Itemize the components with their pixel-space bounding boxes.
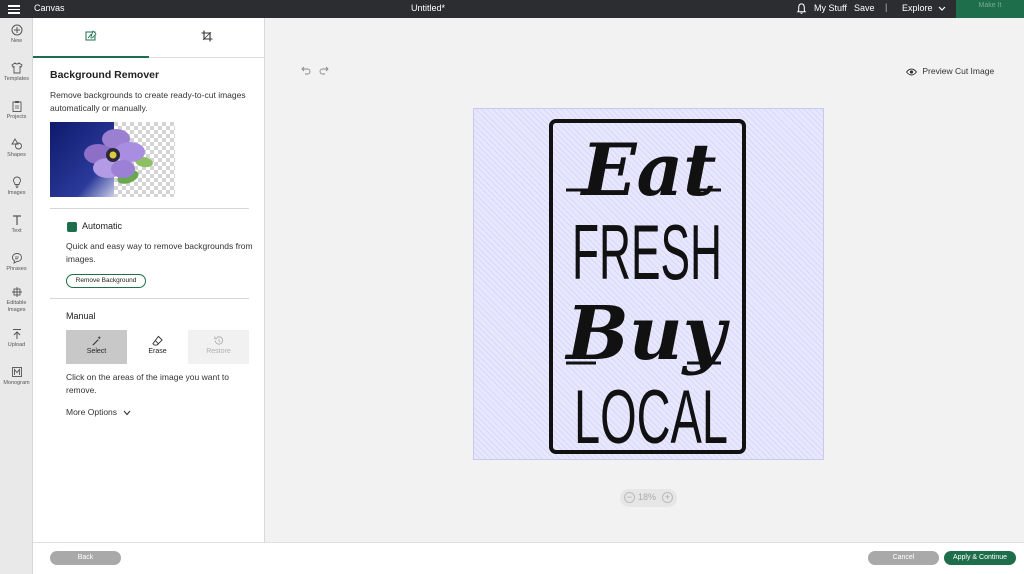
- panel-title: Background Remover: [50, 69, 160, 81]
- explore-label: Explore: [902, 3, 933, 13]
- plus-circle-icon: [11, 24, 22, 36]
- tab-edit-image[interactable]: [33, 18, 149, 58]
- zoom-level: 18%: [638, 492, 657, 502]
- save-button[interactable]: Save: [854, 3, 875, 13]
- rail-label: Projects: [6, 114, 27, 120]
- rail-label: New: [10, 38, 22, 44]
- undo-icon[interactable]: [301, 65, 311, 75]
- redo-icon[interactable]: [319, 65, 329, 75]
- select-tool-button[interactable]: Select: [66, 330, 127, 364]
- automatic-icon: [67, 222, 77, 232]
- rail-label: Editable Images: [6, 300, 27, 313]
- rail-item-shapes[interactable]: Shapes: [0, 138, 33, 159]
- panel-tabs: [33, 18, 265, 58]
- magic-wand-icon: [92, 335, 102, 346]
- rail-label: Templates: [3, 76, 30, 82]
- artwork-line-local: LOCAL: [574, 375, 728, 460]
- remove-background-button[interactable]: Remove Background: [66, 274, 146, 288]
- shirt-icon: [10, 62, 23, 74]
- rail-item-templates[interactable]: Templates: [0, 62, 33, 83]
- document-title[interactable]: Untitled*: [0, 3, 856, 13]
- clipboard-icon: [12, 101, 21, 112]
- automatic-description: Quick and easy way to remove backgrounds…: [66, 241, 253, 264]
- back-button[interactable]: Back: [50, 551, 121, 565]
- preview-cut-image-toggle[interactable]: Preview Cut Image: [906, 66, 994, 76]
- zoom-control: − 18% +: [620, 489, 677, 507]
- eat-fresh-buy-local-artwork: Eat FRESH Buy LOCAL: [549, 119, 746, 460]
- rail-item-projects[interactable]: Projects: [0, 100, 33, 121]
- more-options-toggle[interactable]: More Options: [66, 407, 131, 417]
- eraser-icon: [152, 335, 163, 346]
- more-options-label: More Options: [66, 407, 118, 417]
- upload-arrow-icon: [12, 329, 21, 339]
- lightbulb-icon: [12, 176, 21, 188]
- edit-image-icon: [85, 30, 97, 41]
- rail-item-new[interactable]: New: [0, 24, 33, 45]
- left-toolbar: New Templates Projects Shapes Images Tex…: [0, 18, 33, 574]
- bell-icon[interactable]: [795, 2, 808, 15]
- manual-description: Click on the areas of the image you want…: [66, 372, 230, 395]
- rail-label: Phrases: [6, 266, 27, 272]
- background-remover-panel: Background Remover Remove backgrounds to…: [33, 18, 265, 542]
- explore-dropdown[interactable]: Explore: [902, 3, 946, 13]
- automatic-title: Automatic: [82, 221, 123, 231]
- zoom-in-button[interactable]: +: [662, 492, 673, 503]
- chevron-down-icon: [938, 6, 946, 11]
- restore-tool-button[interactable]: Restore: [188, 330, 249, 364]
- preview-cut-image-label: Preview Cut Image: [922, 66, 995, 76]
- topbar-separator: |: [885, 2, 888, 12]
- erase-tool-button[interactable]: Erase: [127, 330, 188, 364]
- my-stuff-link[interactable]: My Stuff: [814, 3, 847, 13]
- monogram-icon: [11, 367, 22, 377]
- canvas-artboard[interactable]: Eat FRESH Buy LOCAL: [473, 108, 824, 460]
- rail-item-text[interactable]: Text: [0, 214, 33, 235]
- rail-label: Monogram: [3, 380, 30, 386]
- rail-label: Upload: [7, 342, 26, 348]
- speech-bubble-icon: [11, 253, 22, 264]
- artwork-line-fresh: FRESH: [572, 208, 722, 296]
- panel-divider: [50, 298, 249, 299]
- editable-image-icon: [11, 287, 22, 297]
- artwork-line-buy: Buy: [564, 291, 730, 377]
- shapes-icon: [10, 138, 22, 150]
- rail-label: Text: [11, 228, 22, 234]
- restore-tool-label: Restore: [206, 348, 231, 355]
- rail-item-upload[interactable]: Upload: [0, 328, 33, 349]
- flower-thumbnail-image: [50, 122, 175, 197]
- rail-label: Shapes: [7, 152, 26, 158]
- panel-description: Remove backgrounds to create ready-to-cu…: [50, 90, 246, 113]
- eye-icon: [906, 68, 917, 76]
- rail-item-editable-images[interactable]: Editable Images: [0, 286, 33, 314]
- rail-label: Images: [7, 190, 26, 196]
- rail-item-images[interactable]: Images: [0, 176, 33, 197]
- zoom-out-button[interactable]: −: [624, 492, 635, 503]
- rail-item-monogram[interactable]: Monogram: [0, 366, 33, 387]
- artwork-line-eat: Eat: [580, 127, 717, 212]
- select-tool-label: Select: [86, 348, 107, 355]
- crop-icon: [201, 30, 213, 42]
- manual-title: Manual: [66, 311, 96, 321]
- text-t-icon: [12, 215, 21, 225]
- top-bar: Canvas Untitled* My Stuff Save | Explore…: [0, 0, 1024, 18]
- rail-item-phrases[interactable]: Phrases: [0, 252, 33, 273]
- apply-continue-button[interactable]: Apply & Continue: [944, 551, 1016, 565]
- erase-tool-label: Erase: [148, 348, 167, 355]
- panel-divider: [50, 208, 249, 209]
- make-it-button[interactable]: Make It: [956, 0, 1024, 18]
- chevron-down-icon: [123, 410, 131, 416]
- restore-icon: [214, 336, 224, 345]
- tab-crop[interactable]: [149, 18, 265, 58]
- cancel-button[interactable]: Cancel: [868, 551, 939, 565]
